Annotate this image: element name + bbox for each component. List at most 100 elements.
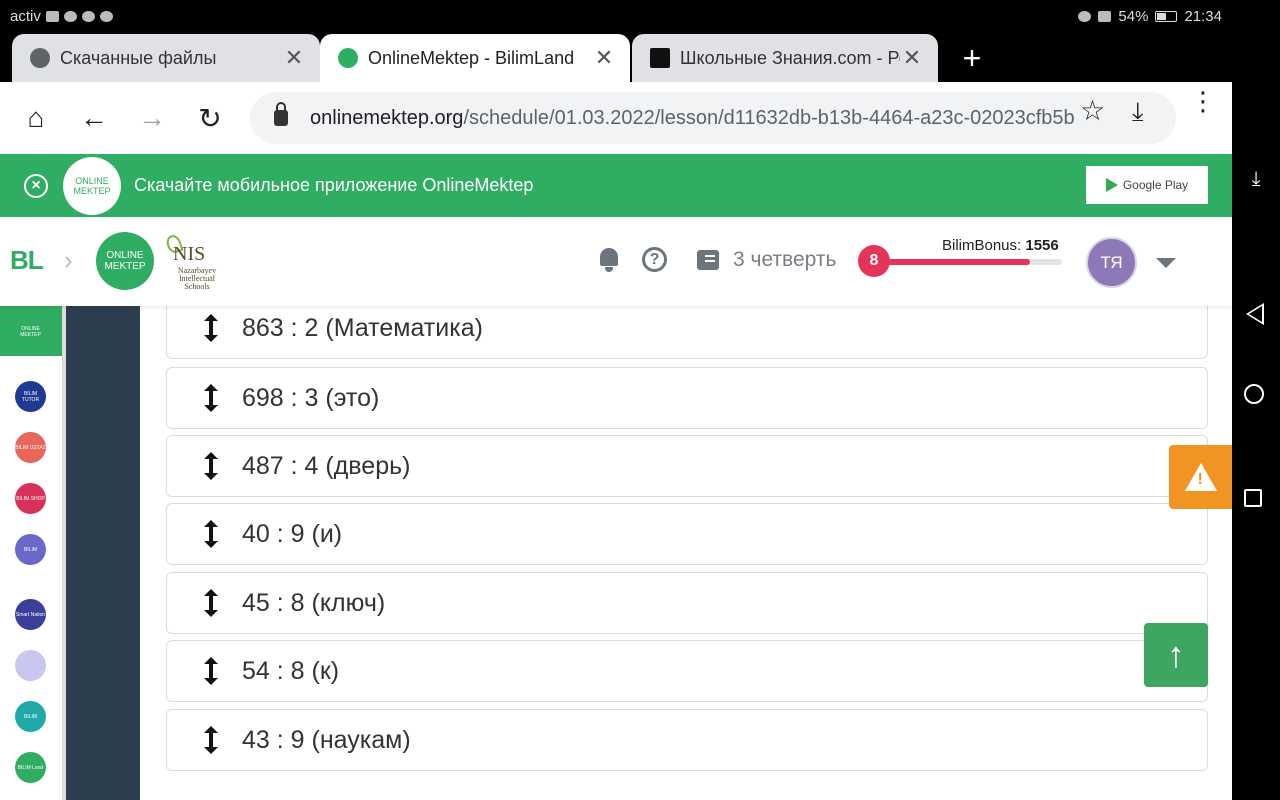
avatar[interactable]: ТЯ	[1086, 237, 1137, 288]
nav-back-button[interactable]	[1246, 292, 1270, 325]
home-button[interactable]: ⌂	[7, 88, 65, 148]
chrome-icon	[30, 48, 50, 68]
site-header: BL › ONLINE MEKTEP NIS Nazarbayev Intell…	[0, 217, 1232, 306]
nis-logo[interactable]: NIS Nazarbayev Intellectual Schools	[164, 233, 225, 293]
url-path: /schedule/01.03.2022/lesson/d11632db-b13…	[463, 106, 1075, 129]
tab-downloads[interactable]: Скачанные файлы ✕	[12, 34, 320, 82]
lesson-side-panel	[66, 306, 140, 800]
drag-handle-icon[interactable]	[202, 452, 220, 480]
nis-logo-subtext: Nazarbayev Intellectual Schools	[177, 266, 217, 291]
nav-recents-button[interactable]	[1244, 489, 1268, 513]
address-bar[interactable]: onlinemektep.org/schedule/01.03.2022/les…	[250, 92, 1176, 144]
back-button[interactable]: ←	[65, 88, 123, 148]
url-text[interactable]: onlinemektep.org/schedule/01.03.2022/les…	[310, 107, 1080, 130]
browser-menu-icon[interactable]: ⋮	[1190, 88, 1216, 114]
tab-close-icon[interactable]: ✕	[592, 45, 616, 71]
sidebar-item-label: ONLINE MEKTEP	[20, 325, 41, 338]
onlinemektep-header-logo[interactable]: ONLINE MEKTEP	[96, 232, 154, 290]
arrow-up-icon	[204, 589, 218, 596]
sidebar-item-label: BILIM	[23, 546, 38, 553]
drag-handle-icon[interactable]	[202, 314, 220, 342]
list-icon[interactable]	[697, 250, 719, 270]
status-right: 54% 21:34	[1078, 8, 1222, 25]
arrow-up-icon	[204, 726, 218, 733]
sidebar-item-bilimustaz[interactable]: BILIM USTAZ	[15, 432, 46, 463]
battery-icon	[1155, 10, 1178, 22]
arrow-down-icon	[204, 405, 218, 412]
chevron-down-icon[interactable]	[1156, 258, 1176, 268]
sortable-item[interactable]: 487 : 4 (дверь)	[166, 435, 1208, 497]
drag-handle-icon[interactable]	[202, 726, 220, 754]
sortable-item[interactable]: 40 : 9 (и)	[166, 503, 1208, 565]
quarter-selector[interactable]: 3 четверть	[733, 248, 836, 272]
browser-toolbar: ⌂ ← → ↻ onlinemektep.org/schedule/01.03.…	[0, 82, 1232, 154]
sortable-item[interactable]: 43 : 9 (наукам)	[166, 709, 1208, 771]
sortable-item[interactable]: 698 : 3 (это)	[166, 367, 1208, 429]
sidebar-item-smartnation[interactable]: Smart Nation	[15, 599, 46, 630]
bookmark-star-icon[interactable]: ☆	[1080, 94, 1105, 127]
notification-icon	[45, 10, 59, 22]
signal-icon	[1098, 10, 1112, 22]
download-icon[interactable]: ⤓	[1132, 96, 1144, 128]
sidebar-item-bilim-teal[interactable]: BILIM	[15, 701, 46, 732]
tab-znania[interactable]: Школьные Знания.com - Реш ✕	[632, 34, 938, 82]
lesson-content: 863 : 2 (Математика) 698 : 3 (это) 487 :…	[140, 306, 1232, 800]
reload-button[interactable]: ↻	[181, 88, 239, 148]
sortable-item[interactable]: 54 : 8 (к)	[166, 640, 1208, 702]
help-icon[interactable]: ?	[642, 247, 667, 272]
arrow-down-icon	[204, 610, 218, 617]
home-circle-icon	[1244, 384, 1264, 404]
collapse-icon[interactable]: ⤓	[1244, 168, 1268, 192]
scroll-to-top-button[interactable]: ↑	[1144, 623, 1208, 687]
bonus-value: 1556	[1025, 237, 1059, 254]
onlinemektep-logo: ONLINE MEKTEP	[63, 156, 121, 215]
forward-button[interactable]: →	[123, 88, 181, 148]
clock: 21:34	[1184, 7, 1222, 25]
sortable-item-text: 698 : 3 (это)	[242, 383, 380, 412]
sortable-item-text: 40 : 9 (и)	[242, 519, 343, 548]
status-bar: activ 54% 21:34	[0, 0, 1280, 32]
warning-mark: !	[1197, 471, 1203, 488]
logo-text: ONLINE MEKTEP	[73, 175, 111, 196]
sidebar-item-bilimland[interactable]: BILIM Land	[15, 752, 46, 783]
arrow-down-icon	[204, 541, 218, 548]
sortable-item-text: 487 : 4 (дверь)	[242, 451, 411, 480]
banner-close-icon[interactable]: ×	[24, 173, 48, 198]
bonus-label: BilimBonus:	[942, 237, 1022, 254]
sidebar-item-news[interactable]	[15, 650, 46, 681]
carrier-label: activ	[10, 7, 41, 25]
screen: activ 54% 21:34 Скачанные файлы ✕ Online…	[0, 0, 1280, 800]
cloud-icon	[63, 10, 77, 22]
sidebar-item-label: Smart Nation	[15, 611, 46, 618]
drag-handle-icon[interactable]	[202, 520, 220, 548]
chevron-right-icon[interactable]: ›	[64, 245, 73, 276]
recents-square-icon	[1244, 489, 1262, 507]
drag-handle-icon[interactable]	[202, 657, 220, 685]
sidebar-item-onlinemektep[interactable]: ONLINE MEKTEP	[15, 316, 46, 347]
bilim-bonus: BilimBonus: 1556	[942, 237, 1059, 254]
report-problem-button[interactable]: !	[1169, 445, 1232, 509]
drag-handle-icon[interactable]	[202, 589, 220, 617]
tab-title: OnlineMektep - BilimLand	[368, 47, 575, 68]
sortable-item[interactable]: 45 : 8 (ключ)	[166, 572, 1208, 634]
sidebar-item-bilim[interactable]: BILIM	[15, 534, 46, 565]
google-play-button[interactable]: Google Play	[1086, 166, 1208, 204]
arrow-down-icon	[204, 678, 218, 685]
android-nav-bar: ⤓	[1232, 154, 1280, 800]
tab-title: Скачанные файлы	[60, 47, 217, 68]
tab-close-icon[interactable]: ✕	[900, 45, 924, 71]
bilimland-logo[interactable]: BL	[10, 245, 44, 276]
sortable-item-text: 54 : 8 (к)	[242, 656, 340, 685]
bonus-progress-fill	[872, 259, 1030, 265]
sortable-item[interactable]: 863 : 2 (Математика)	[166, 306, 1208, 359]
tab-onlinemektep[interactable]: OnlineMektep - BilimLand ✕	[320, 34, 630, 82]
new-tab-button[interactable]: +	[956, 42, 988, 74]
sidebar-item-bilimtutor[interactable]: BILIM TUTOR	[15, 381, 46, 412]
drag-handle-icon[interactable]	[202, 384, 220, 412]
sidebar-item-bilimshop[interactable]: BILIM SHOP	[15, 483, 46, 514]
bell-icon[interactable]	[597, 246, 621, 272]
tab-close-icon[interactable]: ✕	[282, 45, 306, 71]
nav-home-button[interactable]	[1244, 384, 1268, 408]
nis-logo-text: NIS	[173, 243, 206, 265]
znania-favicon-icon	[650, 48, 670, 68]
